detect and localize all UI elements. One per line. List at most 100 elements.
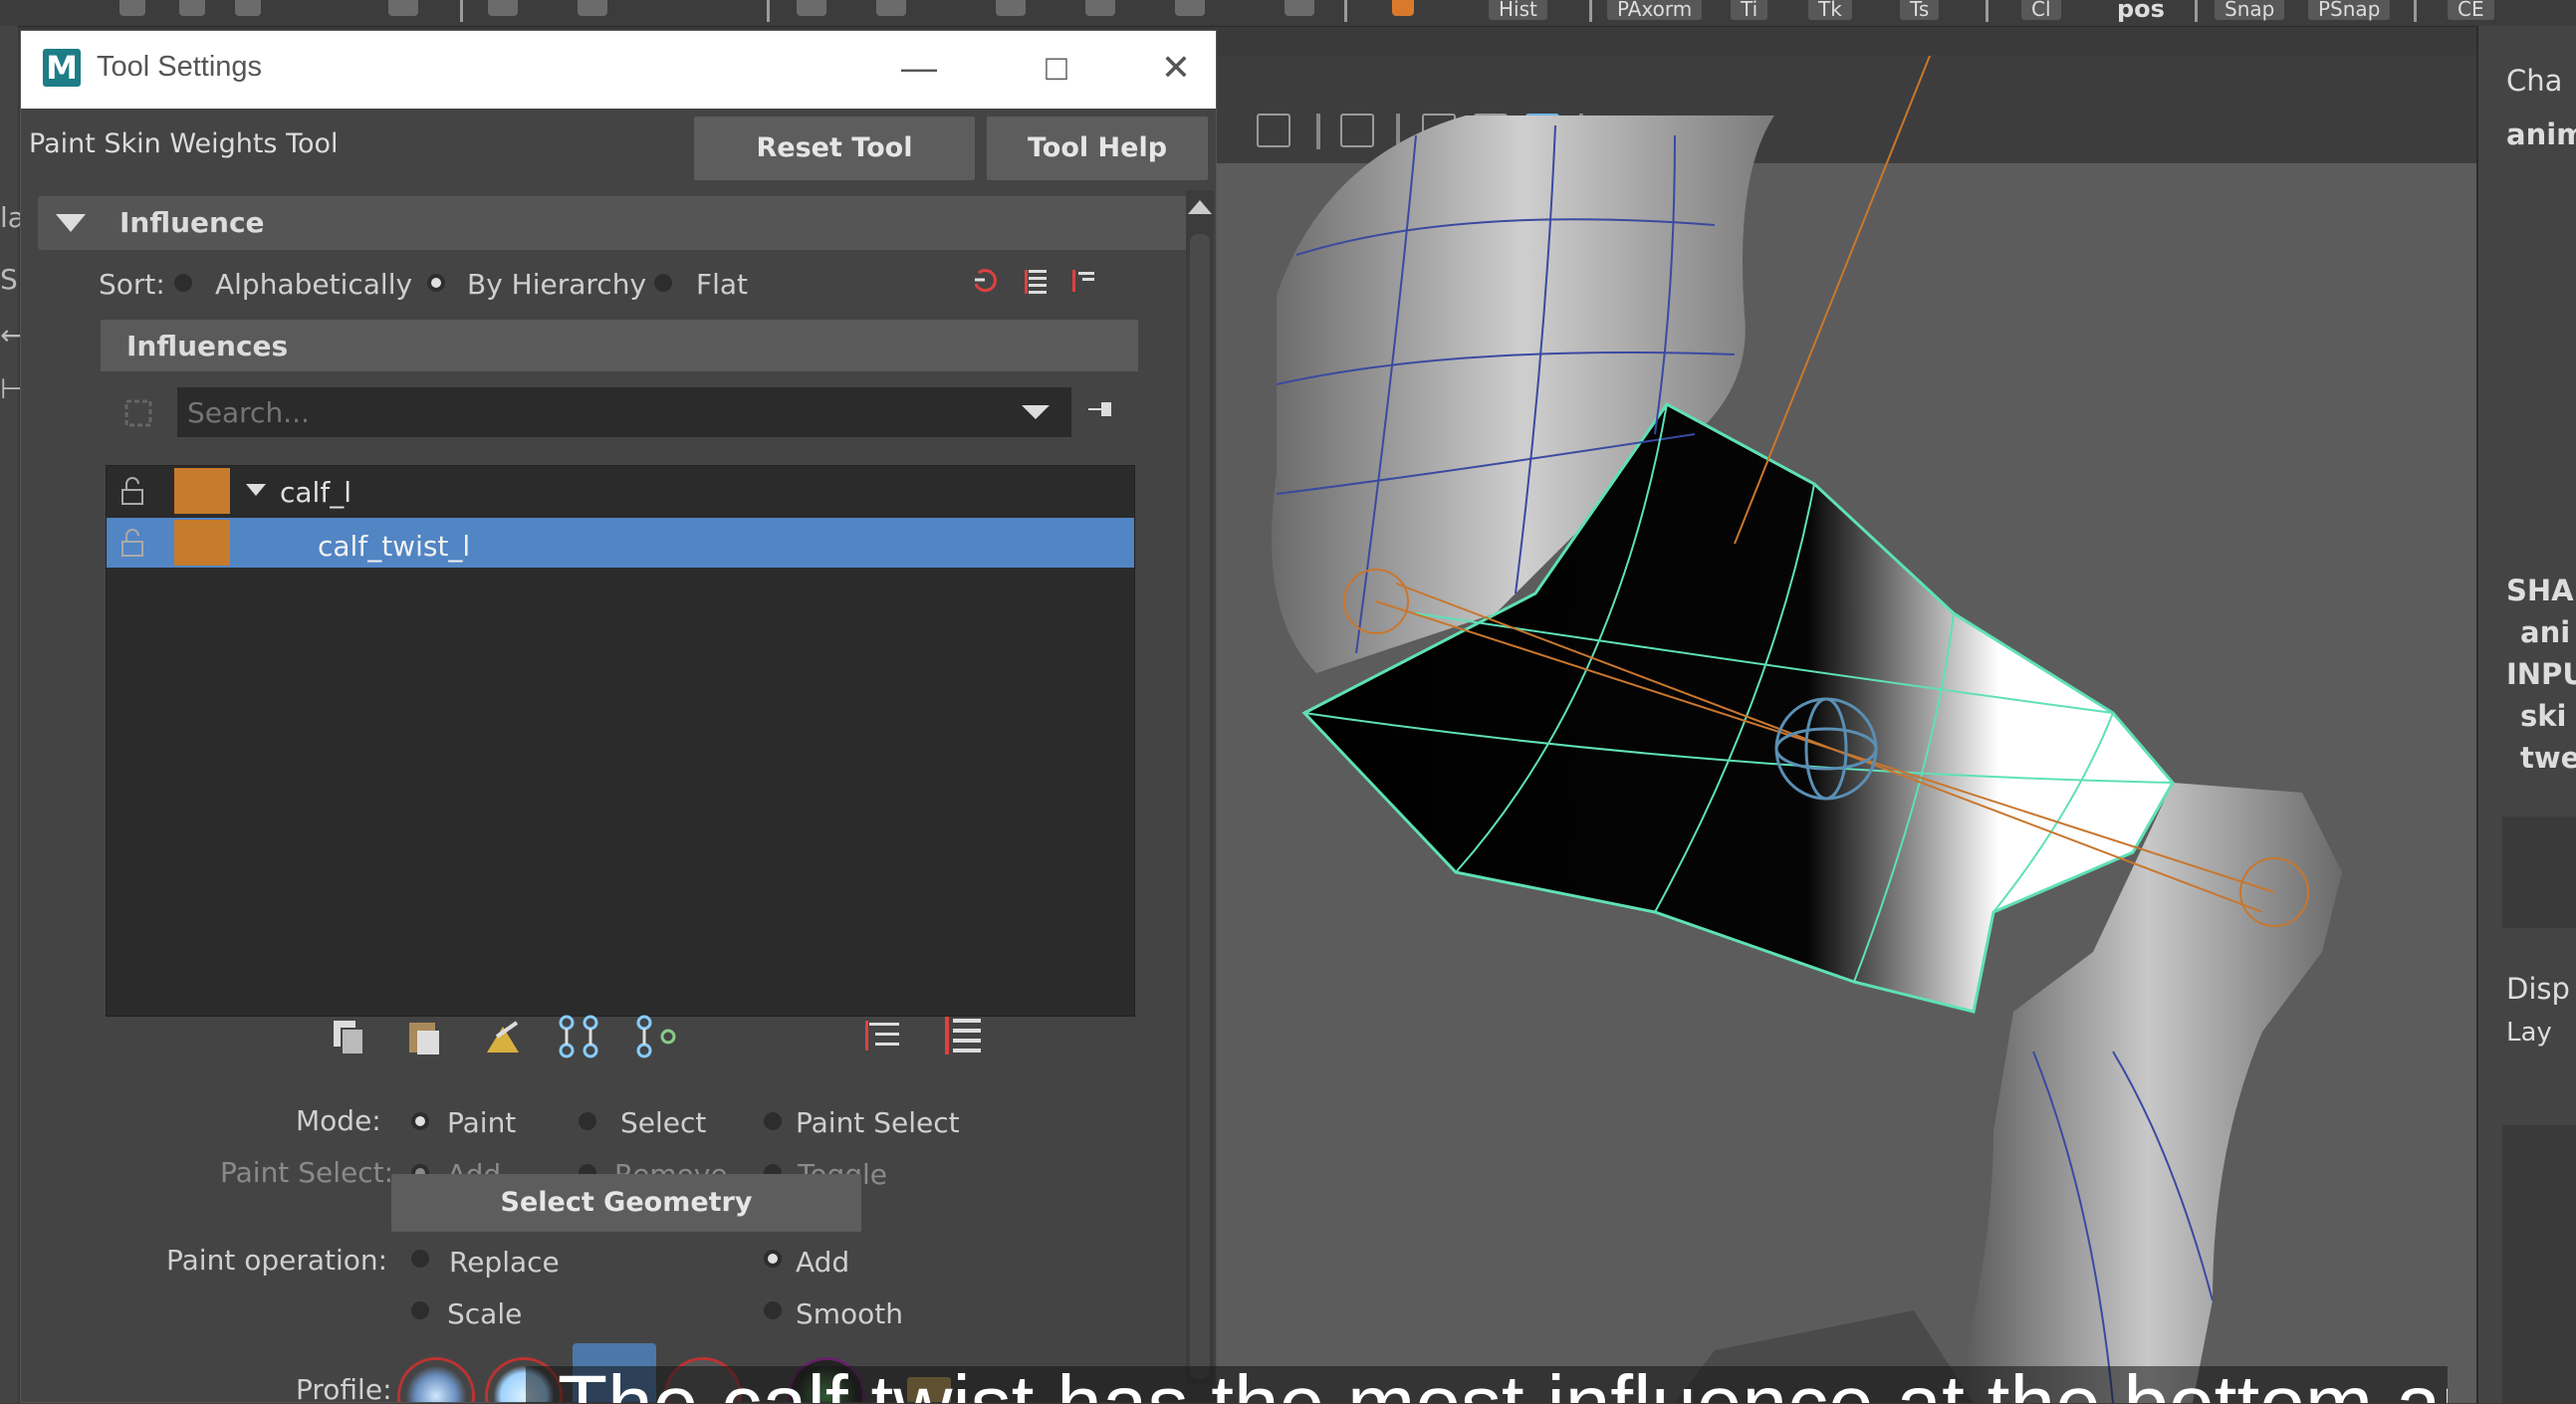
flood-list-icon[interactable] bbox=[861, 1015, 907, 1060]
tree-row-calf-twist-l[interactable]: calf_twist_l bbox=[107, 518, 1134, 568]
tool-name-label: Paint Skin Weights Tool bbox=[29, 128, 339, 159]
tweak-node[interactable]: twe bbox=[2520, 741, 2576, 775]
influence-tree[interactable]: calf_l calf_twist_l bbox=[106, 465, 1135, 1017]
scale-tool-icon[interactable] bbox=[235, 0, 261, 16]
construction-icon[interactable] bbox=[996, 0, 1026, 16]
unlock-icon[interactable] bbox=[117, 476, 148, 506]
toolbar-button-ce[interactable]: CE bbox=[2448, 0, 2494, 20]
render-icon[interactable] bbox=[578, 0, 607, 16]
refresh-list-icon[interactable] bbox=[971, 266, 1001, 296]
paint-op-add-radio[interactable] bbox=[764, 1250, 782, 1268]
tree-row-calf-l[interactable]: calf_l bbox=[107, 466, 1134, 516]
scroll-up-icon[interactable] bbox=[1188, 200, 1212, 214]
snap-icon[interactable] bbox=[388, 0, 418, 16]
sort-label: Sort: bbox=[99, 268, 165, 301]
sort-by-hierarchy-radio[interactable] bbox=[427, 274, 445, 292]
window-scrollbar[interactable] bbox=[1186, 190, 1214, 1385]
sort-flat-radio[interactable] bbox=[654, 274, 672, 292]
scrollbar-track[interactable] bbox=[1190, 234, 1210, 1379]
mode-select-radio[interactable] bbox=[579, 1112, 596, 1130]
search-dropdown-icon[interactable] bbox=[1022, 405, 1050, 419]
weight-hammer-icon[interactable] bbox=[477, 1015, 529, 1060]
frame-icon[interactable] bbox=[1175, 0, 1205, 16]
skin-cluster-node[interactable]: ski bbox=[2520, 699, 2567, 733]
paint-op-replace-radio[interactable] bbox=[411, 1250, 429, 1268]
unlock-icon[interactable] bbox=[117, 528, 148, 558]
keyframe-icon[interactable] bbox=[1085, 0, 1115, 16]
history-icon[interactable] bbox=[797, 0, 826, 16]
expand-arrow-icon[interactable] bbox=[246, 484, 266, 496]
maximize-button[interactable]: □ bbox=[1027, 45, 1086, 91]
move-tool-icon[interactable] bbox=[119, 0, 145, 16]
toolbar-button-pos[interactable]: pos bbox=[2107, 0, 2175, 21]
paint-op-replace-label[interactable]: Replace bbox=[449, 1246, 560, 1279]
toolbar-button-psnap[interactable]: PSnap bbox=[2308, 0, 2391, 20]
main-toolbar: Hist PAxorm Ti Tk Ts Cl pos Snap PSnap C… bbox=[0, 0, 2576, 27]
tree-item-label[interactable]: calf_twist_l bbox=[318, 530, 470, 563]
close-button[interactable]: ✕ bbox=[1146, 45, 1206, 91]
tree-item-label[interactable]: calf_l bbox=[280, 476, 351, 509]
mode-paint-label[interactable]: Paint bbox=[447, 1106, 516, 1139]
reset-tool-button[interactable]: Reset Tool bbox=[694, 117, 975, 180]
influence-frame-header[interactable]: Influence bbox=[38, 196, 1196, 250]
influence-search-field[interactable] bbox=[177, 387, 1071, 437]
shapes-header: SHAP bbox=[2506, 574, 2576, 607]
toolbar-button-ts[interactable]: Ts bbox=[1900, 0, 1940, 20]
filter-icon[interactable] bbox=[120, 395, 156, 431]
toolbar-button-ti[interactable]: Ti bbox=[1731, 0, 1768, 20]
toolbar-button-hist[interactable]: Hist bbox=[1489, 0, 1547, 20]
copy-weights-icon[interactable] bbox=[326, 1015, 371, 1060]
search-input[interactable] bbox=[177, 387, 1014, 437]
sort-alphabetically-radio[interactable] bbox=[174, 274, 192, 292]
select-geometry-button[interactable]: Select Geometry bbox=[391, 1174, 861, 1232]
sort-flat-label[interactable]: Flat bbox=[696, 268, 748, 301]
mode-select-label[interactable]: Select bbox=[620, 1106, 706, 1139]
sort-alphabetically-label[interactable]: Alphabetically bbox=[215, 268, 412, 301]
channel-box-tab[interactable]: Cha bbox=[2506, 64, 2562, 98]
paint-op-add-label[interactable]: Add bbox=[796, 1246, 849, 1279]
paint-op-scale-label[interactable]: Scale bbox=[447, 1297, 522, 1330]
tool-help-button[interactable]: Tool Help bbox=[987, 117, 1208, 180]
toolbar-separator bbox=[2414, 0, 2417, 22]
toolbar-button-paxorm[interactable]: PAxorm bbox=[1607, 0, 1703, 20]
influence-color-swatch[interactable] bbox=[174, 520, 230, 566]
mode-paint-select-radio[interactable] bbox=[764, 1112, 782, 1130]
show-influences-icon[interactable] bbox=[632, 1013, 684, 1060]
strip-glyph: S bbox=[0, 263, 18, 296]
minimize-button[interactable]: — bbox=[889, 45, 949, 91]
collapse-arrow-icon[interactable] bbox=[56, 214, 86, 232]
pin-icon[interactable] bbox=[1084, 395, 1114, 425]
profile-gaussian-icon[interactable] bbox=[397, 1357, 475, 1402]
mode-paint-select-label[interactable]: Paint Select bbox=[796, 1106, 960, 1139]
mode-paint-radio[interactable] bbox=[411, 1112, 429, 1130]
influences-header[interactable]: Influences bbox=[101, 320, 1138, 371]
3d-viewport[interactable] bbox=[1217, 56, 2476, 1403]
influence-color-swatch[interactable] bbox=[174, 468, 230, 514]
sort-by-hierarchy-label[interactable]: By Hierarchy bbox=[467, 268, 646, 301]
rotate-tool-icon[interactable] bbox=[179, 0, 205, 16]
record-icon[interactable] bbox=[1392, 0, 1414, 16]
video-subtitle: The calf twist has the most influence at… bbox=[526, 1366, 2448, 1403]
toolbar-button-cl[interactable]: Cl bbox=[2021, 0, 2061, 20]
profile-label: Profile: bbox=[296, 1373, 392, 1403]
toolbar-button-tk[interactable]: Tk bbox=[1808, 0, 1852, 20]
playback-icon[interactable] bbox=[1285, 0, 1314, 16]
window-titlebar[interactable]: M Tool Settings — □ ✕ bbox=[21, 31, 1216, 109]
redirect-icon[interactable] bbox=[876, 0, 906, 16]
leg-mesh-render bbox=[1272, 56, 2342, 1403]
paint-op-smooth-label[interactable]: Smooth bbox=[796, 1297, 903, 1330]
shape-node[interactable]: ani bbox=[2520, 615, 2570, 649]
toolbar-button-snap[interactable]: Snap bbox=[2215, 0, 2285, 20]
mode-label: Mode: bbox=[296, 1104, 381, 1137]
paste-weights-icon[interactable] bbox=[401, 1015, 447, 1060]
move-weights-icon[interactable] bbox=[555, 1013, 606, 1060]
display-tab[interactable]: Disp bbox=[2506, 972, 2570, 1006]
paint-op-scale-radio[interactable] bbox=[411, 1301, 429, 1319]
sort-list-icon[interactable] bbox=[941, 1013, 987, 1060]
paint-op-smooth-radio[interactable] bbox=[764, 1301, 782, 1319]
layout-icon[interactable] bbox=[488, 0, 518, 16]
subtitle-text: The calf twist has the most influence at… bbox=[558, 1366, 2448, 1403]
collapse-list-icon[interactable] bbox=[1068, 266, 1098, 296]
layers-menu[interactable]: Lay bbox=[2506, 1018, 2552, 1048]
expand-list-icon[interactable] bbox=[1023, 266, 1053, 296]
